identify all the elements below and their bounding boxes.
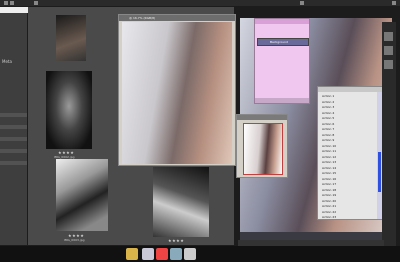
- panel-footer: [255, 98, 309, 103]
- calendar-icon[interactable]: [156, 248, 168, 260]
- action-item[interactable]: Action 12: [322, 155, 376, 160]
- close-icon[interactable]: [392, 1, 396, 5]
- sidebar-label: Meta: [2, 59, 12, 64]
- rating-stars[interactable]: ★★★★: [168, 238, 184, 243]
- dock: [0, 246, 400, 262]
- action-item[interactable]: Action 6: [322, 122, 376, 127]
- document-window: @ 16.7% (RGB/8): [118, 14, 236, 166]
- action-item[interactable]: Action 15: [322, 171, 376, 176]
- thumbnail-filename: IMG_0003.jpg: [64, 238, 85, 242]
- thumbnail[interactable]: [56, 159, 108, 231]
- app-icon[interactable]: [142, 248, 154, 260]
- layer-row[interactable]: Background: [257, 38, 309, 46]
- action-item[interactable]: Action 2: [322, 100, 376, 105]
- sidebar-item[interactable]: [0, 113, 27, 117]
- action-item[interactable]: Action 3: [322, 105, 376, 110]
- navigator-preview[interactable]: [243, 123, 283, 175]
- panel-header[interactable]: [237, 115, 287, 120]
- action-item[interactable]: Action 17: [322, 182, 376, 187]
- action-item[interactable]: Action 5: [322, 116, 376, 121]
- tool-icon[interactable]: [384, 60, 393, 69]
- folder-icon[interactable]: [126, 248, 138, 260]
- action-item[interactable]: Action 18: [322, 188, 376, 193]
- thumbnail[interactable]: [46, 71, 92, 149]
- sidebar-item[interactable]: [0, 137, 27, 141]
- thumbnail[interactable]: [56, 15, 86, 61]
- search-icon[interactable]: [300, 1, 304, 5]
- action-item[interactable]: Action 19: [322, 193, 376, 198]
- top-toolbar: [0, 0, 400, 6]
- action-item[interactable]: Action 22: [322, 210, 376, 215]
- action-item[interactable]: Action 8: [322, 133, 376, 138]
- action-item[interactable]: Action 4: [322, 111, 376, 116]
- action-item[interactable]: Action 14: [322, 166, 376, 171]
- app-icon[interactable]: [170, 248, 182, 260]
- layers-panel: Background: [254, 18, 310, 104]
- actions-panel: Action 1 Action 2 Action 3 Action 4 Action 5…: [317, 86, 383, 220]
- document-title[interactable]: @ 16.7% (RGB/8): [119, 15, 235, 21]
- action-item[interactable]: Action 13: [322, 160, 376, 165]
- layer-name: Background: [270, 40, 288, 44]
- navigator-panel: [236, 114, 288, 178]
- panel-header[interactable]: [255, 19, 309, 24]
- action-item[interactable]: Action 20: [322, 199, 376, 204]
- action-item[interactable]: Action 16: [322, 177, 376, 182]
- sidebar-item[interactable]: [0, 161, 27, 165]
- sidebar: Meta: [0, 13, 27, 245]
- action-item[interactable]: Action 23: [322, 215, 376, 220]
- action-item[interactable]: Action 1: [322, 94, 376, 99]
- action-item[interactable]: Action 7: [322, 127, 376, 132]
- panel-header[interactable]: [318, 87, 382, 92]
- forward-icon[interactable]: [10, 1, 14, 5]
- folder-icon[interactable]: [34, 1, 38, 5]
- action-item[interactable]: Action 21: [322, 204, 376, 209]
- sidebar-item[interactable]: [0, 125, 27, 129]
- tool-strip: [382, 22, 396, 254]
- scrollbar-thumb[interactable]: [378, 152, 381, 192]
- tool-icon[interactable]: [384, 32, 393, 41]
- app-icon[interactable]: [184, 248, 196, 260]
- sidebar-item[interactable]: [0, 149, 27, 153]
- action-item[interactable]: Action 9: [322, 138, 376, 143]
- action-item[interactable]: Action 11: [322, 149, 376, 154]
- action-item[interactable]: Action 10: [322, 144, 376, 149]
- thumbnail[interactable]: [153, 167, 209, 237]
- back-icon[interactable]: [4, 1, 8, 5]
- document-canvas[interactable]: [122, 22, 232, 164]
- tool-icon[interactable]: [384, 46, 393, 55]
